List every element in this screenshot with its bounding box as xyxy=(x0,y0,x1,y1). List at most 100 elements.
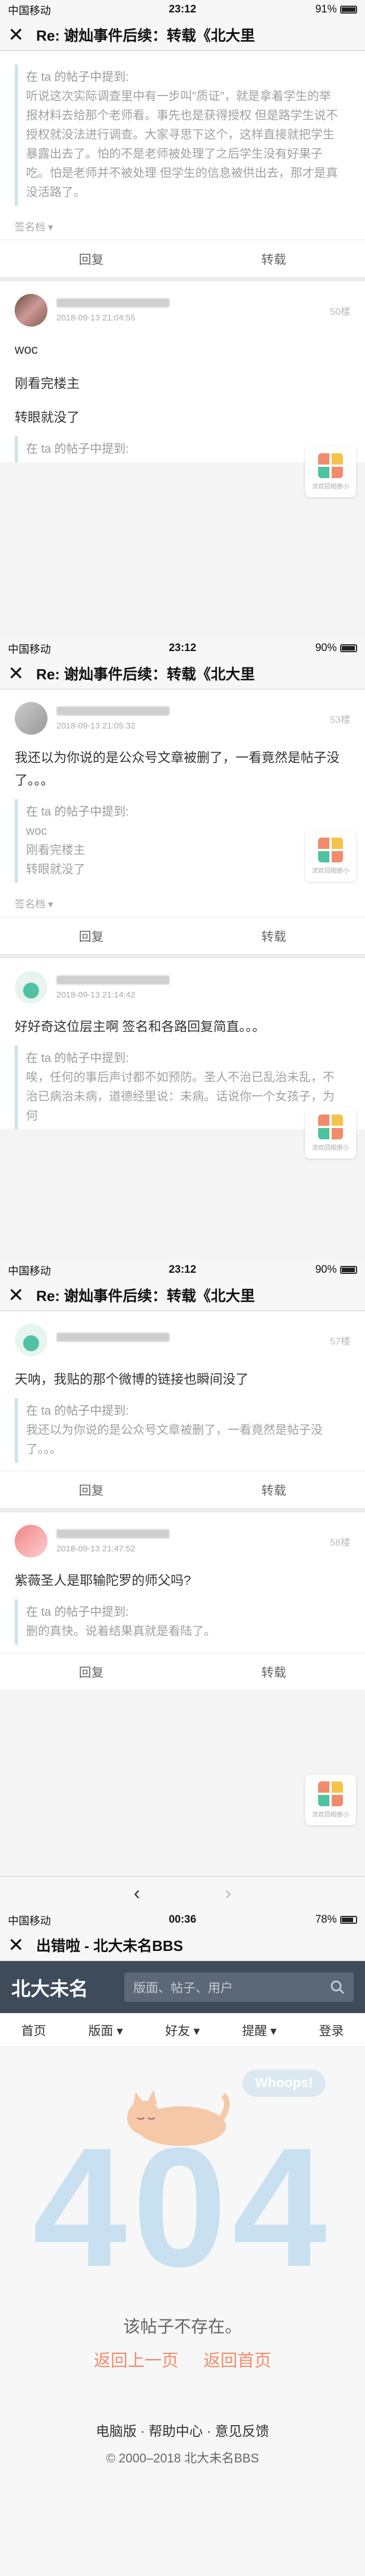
forward-button[interactable]: 转载 xyxy=(182,1663,365,1681)
carrier-label: 中国移动 xyxy=(8,1265,51,1277)
status-bar: 中国移动 23:12 90% xyxy=(0,639,365,658)
post-head: 2018-09-13 21:05:32 53楼 xyxy=(15,699,350,738)
screenshot-4: 中国移动 00:36 78% ✕ 出错啦 - 北大未名BBS 北大未名 版面、帖… xyxy=(0,1910,365,2576)
post-body: 好好奇这位层主啊 签名和各路回复简直。。。 xyxy=(15,1019,266,1034)
browser-nav-bar: ‹ › xyxy=(0,1876,365,1910)
post: 2018-09-13 21:14:42 好好奇这位层主啊 签名和各路回复简直。。… xyxy=(0,954,365,1129)
post-actions: 回复 转载 xyxy=(0,240,365,277)
forward-button[interactable]: 转载 xyxy=(182,250,365,268)
post-body: 紫薇圣人是耶输陀罗的师父吗? xyxy=(15,1573,191,1588)
battery-icon xyxy=(340,644,357,652)
battery-percent: 78% xyxy=(315,1914,337,1926)
avatar[interactable] xyxy=(15,1324,47,1356)
menu-item-login[interactable]: 登录 xyxy=(319,2021,344,2039)
battery-icon xyxy=(340,6,357,14)
quote-block: 在 ta 的帖子中提到: 听说这次实际调查里中有一步叫"质证"，就是拿着学生的举… xyxy=(15,64,350,206)
back-arrow-icon[interactable]: ‹ xyxy=(134,1883,140,1905)
signature-toggle[interactable]: 签名档 ▾ xyxy=(15,891,350,917)
close-icon[interactable]: ✕ xyxy=(8,24,36,46)
page-title: 出错啦 - 北大未名BBS xyxy=(36,1937,184,1954)
post: 2018-09-13 21:05:32 53楼 我还以为你说的是公众号文章被删了… xyxy=(0,689,365,954)
search-input[interactable]: 版面、帖子、用户 xyxy=(133,1978,330,1996)
clock: 23:12 xyxy=(168,642,197,654)
signature-toggle[interactable]: 签名档 ▾ xyxy=(15,214,350,240)
close-icon[interactable]: ✕ xyxy=(8,1284,36,1307)
battery-percent: 90% xyxy=(315,1264,337,1276)
username-redacted xyxy=(57,298,170,307)
gallery-tile[interactable]: 流欢回相册小 xyxy=(305,831,356,882)
tile-label: 流欢回相册小 xyxy=(312,1811,349,1818)
quote-block: 在 ta 的帖子中提到: woc 刚看完楼主 转眼就没了 xyxy=(15,799,350,883)
thread-title: Re: 谢灿事件后续：转载《北大里 xyxy=(36,1287,255,1304)
post-actions: 回复 转载 xyxy=(0,917,365,954)
gallery-tile[interactable]: 流欢回相册小 xyxy=(305,1775,356,1825)
back-link[interactable]: 返回上一页 xyxy=(94,2352,179,2370)
thread-content: 57楼 天呐，我贴的那个微博的链接也瞬间没了 在 ta 的帖子中提到: 我还以为… xyxy=(0,1311,365,1876)
error-page: Whoops! 404 该帖子不存在。 返回上一页 返回首页 电脑版 · 帮助中… xyxy=(0,2047,365,2556)
post-body: woc 刚看完楼主 转眼就没了 xyxy=(15,338,350,428)
floor-number: 58楼 xyxy=(330,1537,350,1548)
battery-percent: 90% xyxy=(315,642,337,654)
quote-text: 听说这次实际调查里中有一步叫"质证"，就是拿着学生的举报材料去给那个老师看。事先… xyxy=(26,90,338,199)
gallery-tile[interactable]: 流欢回相册小 xyxy=(305,446,356,497)
quote-text: 唉，任何的事后声讨都不如预防。圣人不治已乱治未乱，不治已病治未病，道德经里说：未… xyxy=(26,1071,334,1122)
tile-label: 流欢回相册小 xyxy=(312,483,349,490)
close-icon[interactable]: ✕ xyxy=(8,1934,36,1957)
clock: 00:36 xyxy=(168,1914,197,1926)
floor-number: 57楼 xyxy=(330,1335,350,1347)
reply-button[interactable]: 回复 xyxy=(0,250,182,268)
post-actions: 回复 转载 xyxy=(0,1653,365,1690)
search-box[interactable]: 版面、帖子、用户 xyxy=(124,1972,354,2002)
quote-line: 刚看完楼主 xyxy=(26,844,85,857)
reply-button[interactable]: 回复 xyxy=(0,1663,182,1681)
quote-text: 删的真快。说着结果真就是看陆了。 xyxy=(26,1625,216,1638)
post: 2018-09-13 21:04:55 50楼 woc 刚看完楼主 转眼就没了 … xyxy=(0,277,365,462)
tile-label: 流欢回相册小 xyxy=(312,1144,349,1151)
username-redacted xyxy=(57,1333,170,1342)
post-body: 天呐，我贴的那个微博的链接也瞬间没了 xyxy=(15,1372,249,1386)
menu-item-friends[interactable]: 好友 ▾ xyxy=(165,2021,199,2039)
thread-title: Re: 谢灿事件后续：转载《北大里 xyxy=(36,27,255,44)
post: 2018-09-13 21:47:52 58楼 紫薇圣人是耶输陀罗的师父吗? 在… xyxy=(0,1508,365,1690)
thread-title-bar: ✕ Re: 谢灿事件后续：转载《北大里 xyxy=(0,658,365,689)
reply-button[interactable]: 回复 xyxy=(0,927,182,945)
forward-button[interactable]: 转载 xyxy=(182,1481,365,1499)
not-found-message: 该帖子不存在。 xyxy=(123,2318,242,2336)
floor-number: 53楼 xyxy=(330,714,350,725)
avatar[interactable] xyxy=(15,294,47,327)
battery-percent: 91% xyxy=(315,3,337,15)
username-redacted xyxy=(57,975,170,985)
site-menu: 首页 版面 ▾ 好友 ▾ 提醒 ▾ 登录 xyxy=(0,2013,365,2047)
footer-links[interactable]: 电脑版 · 帮助中心 · 意见反馈 xyxy=(0,2420,365,2440)
post-head: 2018-09-13 21:04:55 50楼 xyxy=(15,290,350,330)
thread-title-bar: ✕ Re: 谢灿事件后续：转载《北大里 xyxy=(0,19,365,51)
menu-item-boards[interactable]: 版面 ▾ xyxy=(88,2021,123,2039)
status-bar: 中国移动 00:36 78% xyxy=(0,1910,365,1929)
avatar[interactable] xyxy=(15,1525,47,1558)
quote-line: 转眼就没了 xyxy=(26,863,85,876)
copyright: © 2000–2018 北大未名BBS xyxy=(106,2451,259,2465)
forward-button[interactable]: 转载 xyxy=(182,927,365,945)
menu-item-home[interactable]: 首页 xyxy=(21,2021,46,2039)
reply-button[interactable]: 回复 xyxy=(0,1481,182,1499)
quote-head: 在 ta 的帖子中提到: xyxy=(26,1404,129,1417)
forward-arrow-icon[interactable]: › xyxy=(225,1883,231,1905)
screenshot-3: 中国移动 23:12 90% ✕ Re: 谢灿事件后续：转载《北大里 57楼 天… xyxy=(0,1260,365,1910)
home-link[interactable]: 返回首页 xyxy=(203,2352,271,2370)
site-logo[interactable]: 北大未名 xyxy=(11,1974,124,2001)
post-time: 2018-09-13 21:05:32 xyxy=(57,721,136,731)
gallery-icon xyxy=(318,453,343,478)
quote-head: 在 ta 的帖子中提到: xyxy=(26,1606,129,1619)
close-icon[interactable]: ✕ xyxy=(8,662,36,685)
screenshot-1: 中国移动 23:12 91% ✕ Re: 谢灿事件后续：转载《北大里 在 ta … xyxy=(0,0,365,639)
menu-item-alerts[interactable]: 提醒 ▾ xyxy=(242,2021,276,2039)
avatar[interactable] xyxy=(15,971,47,1004)
avatar[interactable] xyxy=(15,702,47,735)
quote-block: 在 ta 的帖子中提到: xyxy=(15,436,350,462)
search-icon[interactable] xyxy=(330,1980,345,1994)
quote-block: 在 ta 的帖子中提到: 我还以为你说的是公众号文章被删了，一看竟然是帖子没了。… xyxy=(15,1398,350,1463)
quote-head: 在 ta 的帖子中提到: xyxy=(26,805,129,818)
gallery-tile[interactable]: 流欢回相册小 xyxy=(305,1108,356,1159)
whoops-bubble: Whoops! xyxy=(242,2070,325,2097)
username-redacted xyxy=(57,706,170,715)
